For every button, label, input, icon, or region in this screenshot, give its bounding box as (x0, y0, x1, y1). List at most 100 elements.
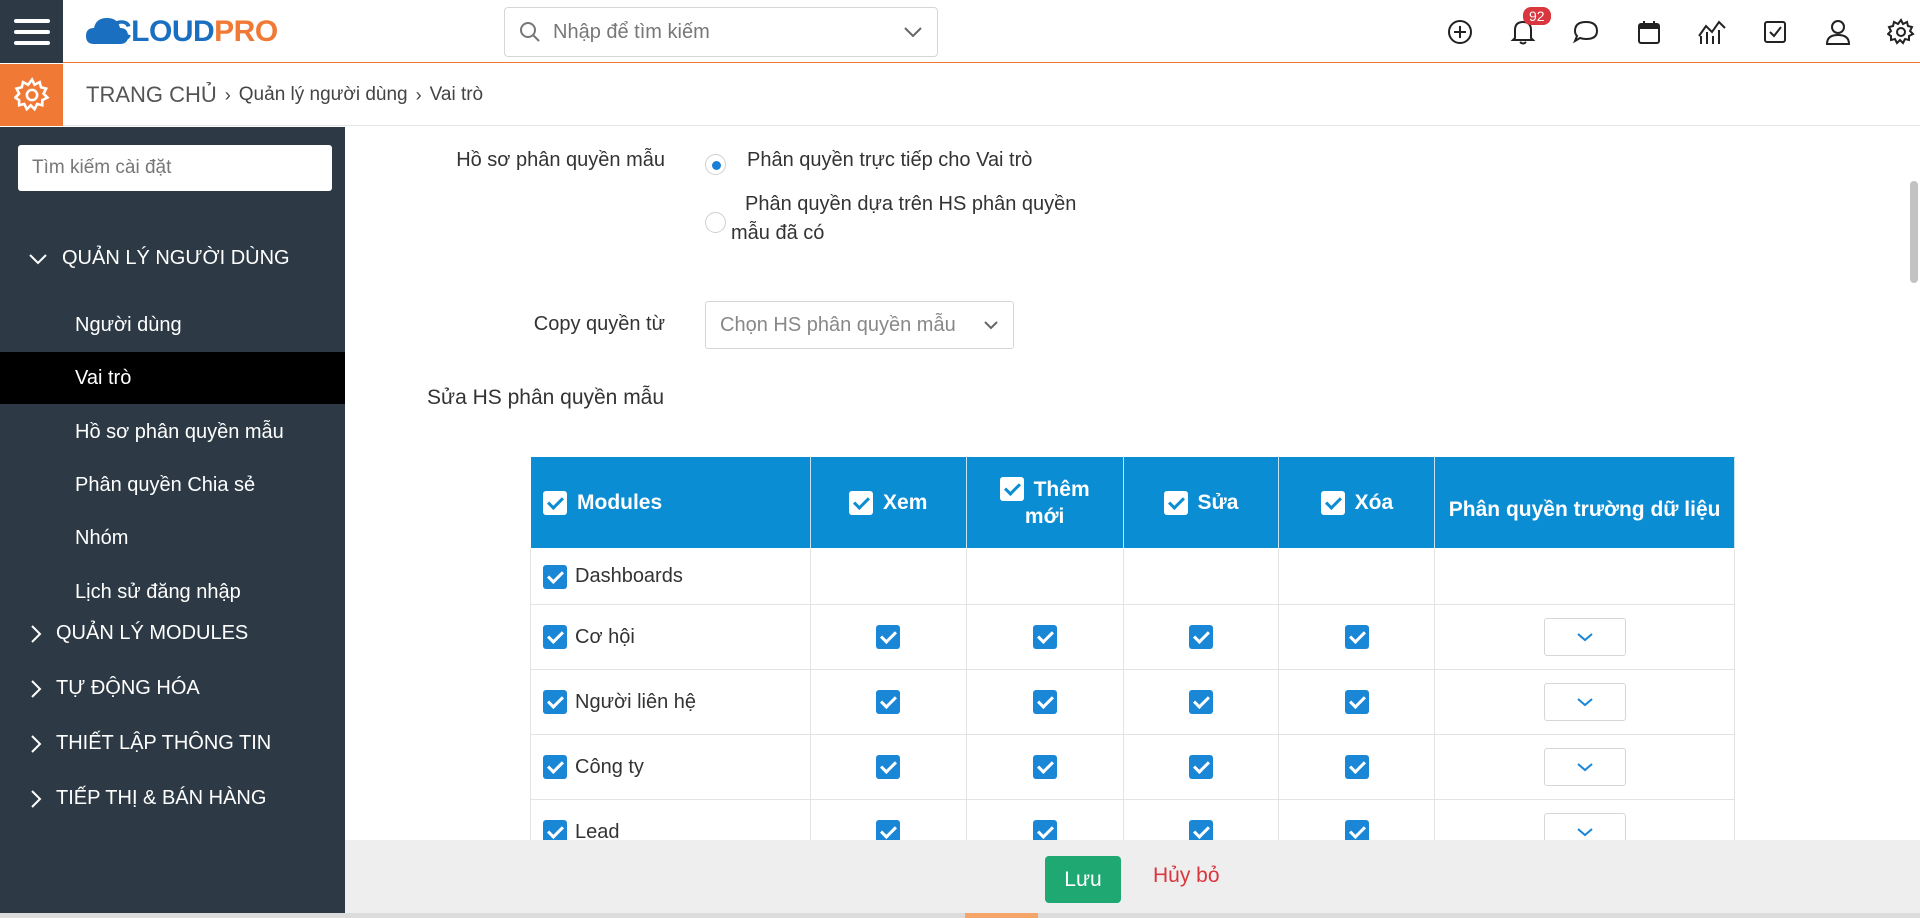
horizontal-scrollbar-thumb[interactable] (965, 913, 1038, 918)
field-permission-cell (1434, 799, 1735, 840)
cancel-button[interactable]: Hủy bỏ (1153, 864, 1220, 888)
delete-checkbox[interactable] (1344, 755, 1369, 779)
select-all-create-checkbox[interactable] (999, 476, 1024, 501)
delete-checkbox[interactable] (1344, 820, 1369, 840)
table-row: Công ty (530, 734, 1735, 800)
save-button[interactable]: Lưu (1045, 856, 1121, 903)
sidebar-item-label: Hồ sơ phân quyền mẫu (75, 420, 284, 443)
notification-bell-icon[interactable]: 92 (1491, 7, 1554, 50)
global-search[interactable] (504, 7, 938, 57)
sidebar-group-label: THIẾT LẬP THÔNG TIN (56, 732, 272, 754)
sidebar-item-login-history[interactable]: Lịch sử đăng nhập (0, 566, 345, 618)
edit-cell (1122, 734, 1280, 800)
search-input[interactable] (553, 20, 903, 44)
module-checkbox[interactable] (543, 625, 567, 649)
sidebar-item-label: Người dùng (75, 313, 182, 336)
view-checkbox[interactable] (876, 755, 901, 779)
search-icon (520, 22, 540, 42)
create-checkbox[interactable] (1032, 755, 1057, 779)
module-checkbox[interactable] (543, 564, 567, 589)
module-checkbox[interactable] (543, 690, 567, 714)
vertical-scrollbar[interactable] (1910, 181, 1918, 283)
edit-checkbox[interactable] (1189, 625, 1213, 649)
view-cell (809, 669, 967, 735)
breadcrumb-user-management[interactable]: Quản lý người dùng (239, 84, 408, 106)
chevron-down-icon[interactable] (903, 26, 923, 38)
module-cell: Công ty (530, 734, 811, 800)
chevron-right-icon (31, 789, 42, 808)
chevron-down-icon (1576, 698, 1593, 707)
field-permission-dropdown[interactable] (1543, 813, 1626, 840)
sidebar-group-automation[interactable]: TỰ ĐỘNG HÓA (0, 677, 345, 700)
copy-profile-select[interactable]: Chọn HS phân quyền mẫu (705, 301, 1014, 349)
settings-gear-icon[interactable] (1869, 14, 1920, 50)
calendar-icon[interactable] (1617, 14, 1680, 50)
select-all-delete-checkbox[interactable] (1320, 490, 1345, 515)
permission-table: Modules Xem Thêm mới Sửa Xóa Phân quyền t… (530, 456, 1735, 840)
sidebar-item-sharing[interactable]: Phân quyền Chia sẻ (0, 459, 345, 511)
field-permission-dropdown[interactable] (1543, 748, 1626, 786)
select-all-view-checkbox[interactable] (849, 490, 874, 515)
sidebar-item-label: Nhóm (75, 526, 129, 549)
profile-label: Hồ sơ phân quyền mẫu (456, 149, 665, 171)
sidebar-item-label: Vai trò (75, 366, 132, 389)
module-checkbox[interactable] (543, 820, 567, 840)
create-cell (965, 799, 1124, 840)
sidebar-group-modules[interactable]: QUẢN LÝ MODULES (0, 622, 345, 645)
sidebar-group-users[interactable]: QUẢN LÝ NGƯỜI DÙNG (0, 247, 345, 270)
delete-cell (1278, 604, 1436, 670)
field-permission-dropdown[interactable] (1543, 683, 1626, 721)
field-permission-dropdown[interactable] (1543, 618, 1626, 656)
module-name: Dashboards (575, 565, 683, 587)
sidebar-item-groups[interactable]: Nhóm (0, 512, 345, 564)
sidebar-group-marketing-sales[interactable]: TIẾP THỊ & BÁN HÀNG (0, 787, 345, 810)
chat-icon[interactable] (1554, 14, 1617, 50)
sidebar-group-label: TỰ ĐỘNG HÓA (56, 677, 200, 699)
radio-template-permission[interactable] (705, 212, 726, 233)
top-bar: CLOUDPRO 92 (0, 0, 1920, 63)
view-checkbox[interactable] (876, 625, 901, 649)
radio-direct-permission[interactable] (705, 154, 726, 175)
header-view-label: Xem (883, 490, 928, 514)
view-cell (809, 799, 967, 840)
sidebar-group-label: QUẢN LÝ MODULES (56, 622, 249, 644)
module-name: Lead (575, 820, 620, 841)
create-checkbox[interactable] (1032, 690, 1057, 714)
settings-search-input[interactable] (18, 145, 332, 191)
module-checkbox[interactable] (543, 755, 567, 779)
horizontal-scrollbar[interactable] (0, 913, 1920, 918)
select-all-edit-checkbox[interactable] (1163, 490, 1188, 515)
create-checkbox[interactable] (1032, 820, 1057, 840)
delete-checkbox[interactable] (1344, 625, 1369, 649)
settings-gear-icon[interactable] (0, 64, 63, 126)
sidebar-group-info-setup[interactable]: THIẾT LẬP THÔNG TIN (0, 732, 345, 755)
menu-icon[interactable] (0, 0, 63, 63)
create-checkbox[interactable] (1032, 625, 1057, 649)
chevron-down-icon (984, 321, 998, 330)
user-profile-icon[interactable] (1806, 14, 1869, 50)
field-permission-cell (1434, 734, 1735, 800)
chevron-right-icon (31, 734, 42, 753)
view-cell (809, 548, 967, 605)
settings-sidebar: QUẢN LÝ NGƯỜI DÙNG Người dùng Vai trò Hồ… (0, 127, 345, 918)
edit-checkbox[interactable] (1189, 755, 1213, 779)
delete-checkbox[interactable] (1344, 690, 1369, 714)
chevron-down-icon (1576, 633, 1593, 642)
view-checkbox[interactable] (876, 820, 901, 840)
select-all-modules-checkbox[interactable] (543, 490, 567, 515)
logo[interactable]: CLOUDPRO (84, 12, 278, 52)
edit-checkbox[interactable] (1189, 820, 1213, 840)
create-cell (965, 604, 1124, 670)
sidebar-item-profiles[interactable]: Hồ sơ phân quyền mẫu (0, 406, 345, 458)
reports-chart-icon[interactable] (1680, 14, 1743, 50)
breadcrumb-home[interactable]: TRANG CHỦ (86, 82, 217, 108)
chevron-right-icon (31, 624, 42, 643)
radio-template-label-line2: mẫu đã có (731, 222, 825, 244)
view-checkbox[interactable] (876, 690, 901, 714)
sidebar-item-roles[interactable]: Vai trò (0, 352, 345, 404)
sidebar-item-users[interactable]: Người dùng (0, 299, 345, 351)
delete-cell (1278, 669, 1436, 735)
add-icon[interactable] (1428, 14, 1491, 50)
tasks-checkbox-icon[interactable] (1743, 14, 1806, 50)
edit-checkbox[interactable] (1189, 690, 1213, 714)
